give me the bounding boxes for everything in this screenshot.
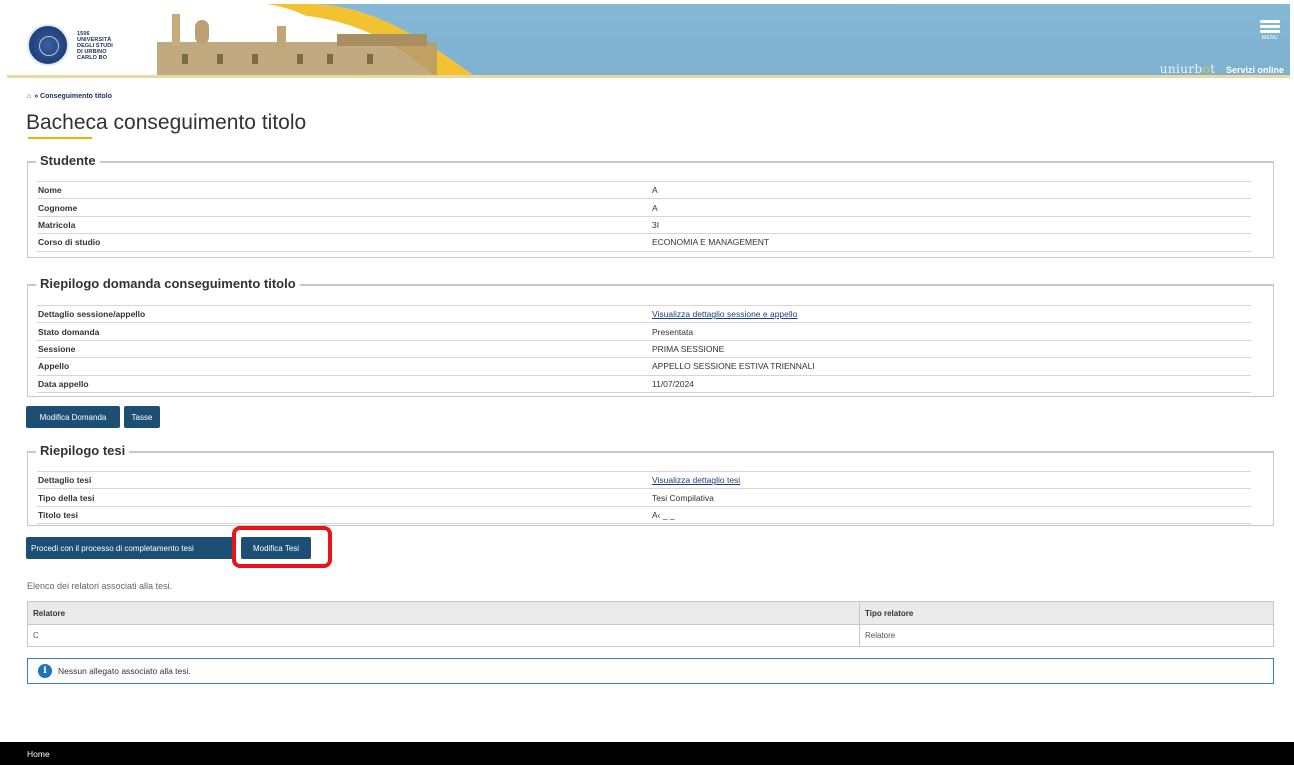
relatori-table: Relatore Tipo relatore C Relatore: [27, 601, 1274, 647]
info-message-text: Nessun allegato associato alla tesi.: [58, 666, 191, 676]
info-message-box: i Nessun allegato associato alla tesi.: [27, 658, 1274, 684]
university-logo-text: 1506 UNIVERSITÀ DEGLI STUDI DI URBINO CA…: [77, 31, 113, 61]
field-label: Dettaglio sessione/appello: [37, 304, 651, 323]
uniurbot-logo: uniurbot: [1159, 62, 1216, 76]
section-legend: Riepilogo domanda conseguimento titolo: [28, 276, 300, 291]
field-label: Corso di studio: [37, 233, 651, 252]
field-value: 3I: [651, 215, 1251, 234]
field-value: ECONOMIA E MANAGEMENT: [651, 233, 1251, 252]
table-row: Dettaglio sessione/appello Visualizza det…: [37, 304, 1251, 323]
table-row: Cognome A: [37, 198, 1251, 217]
table-row: Tipo della tesi Tesi Compilativa: [37, 488, 1251, 507]
field-value: APPELLO SESSIONE ESTIVA TRIENNALI: [651, 357, 1251, 376]
table-row: C Relatore: [27, 624, 1274, 647]
table-row: Matricola 3I: [37, 215, 1251, 234]
footer: Home: [0, 742, 1294, 765]
field-value: A‹ _ _: [651, 505, 1251, 525]
breadcrumb: ⌂ » Conseguimento titolo: [27, 93, 112, 100]
title-underline: [28, 137, 92, 139]
table-row: Data appello 11/07/2024: [37, 374, 1251, 393]
relatore-type: Relatore: [859, 624, 1274, 647]
field-label: Matricola: [37, 215, 651, 234]
tasse-button[interactable]: Tasse: [124, 406, 160, 428]
footer-home-link[interactable]: Home: [27, 749, 50, 759]
table-row: Appello APPELLO SESSIONE ESTIVA TRIENNALI: [37, 357, 1251, 376]
breadcrumb-separator: »: [34, 93, 39, 100]
field-label: Sessione: [37, 339, 651, 358]
table-row: Sessione PRIMA SESSIONE: [37, 339, 1251, 358]
brand-area: uniurbot Servizi online: [1160, 62, 1284, 76]
logo-line: CARLO BO: [77, 55, 108, 61]
field-value: A: [651, 180, 1251, 199]
field-value: A: [651, 198, 1251, 217]
riepilogo-tesi-table: Dettaglio tesi Visualizza dettaglio tesi …: [37, 470, 1251, 525]
field-value: 11/07/2024: [651, 374, 1251, 393]
table-row: Titolo tesi A‹ _ _: [37, 505, 1251, 525]
hamburger-icon: [1258, 20, 1282, 33]
riepilogo-domanda-table: Dettaglio sessione/appello Visualizza det…: [37, 304, 1251, 393]
servizi-online-link[interactable]: Servizi online: [1226, 65, 1284, 75]
column-header[interactable]: Relatore: [27, 601, 860, 625]
university-seal-logo[interactable]: [27, 24, 69, 66]
riepilogo-domanda-section: Riepilogo domanda conseguimento titolo D…: [27, 276, 1274, 397]
field-label: Tipo della tesi: [37, 488, 651, 507]
field-label: Dettaglio tesi: [37, 470, 651, 489]
menu-label: MENU: [1262, 35, 1278, 41]
field-label: Nome: [37, 180, 651, 199]
field-value: Tesi Compilativa: [651, 488, 1251, 507]
field-value: PRIMA SESSIONE: [651, 339, 1251, 358]
column-header[interactable]: Tipo relatore: [859, 601, 1274, 625]
modifica-tesi-button[interactable]: Modifica Tesi: [241, 537, 311, 559]
section-legend: Studente: [28, 153, 100, 168]
field-label: Appello: [37, 357, 651, 376]
menu-button[interactable]: MENU: [1258, 18, 1282, 41]
field-label: Stato domanda: [37, 322, 651, 341]
site-header: 1506 UNIVERSITÀ DEGLI STUDI DI URBINO CA…: [7, 4, 1290, 78]
dettaglio-tesi-link[interactable]: Visualizza dettaglio tesi: [652, 475, 740, 485]
header-divider: [7, 75, 1290, 78]
relatore-name: C: [27, 624, 860, 647]
section-legend: Riepilogo tesi: [27, 443, 130, 458]
table-header-row: Relatore Tipo relatore: [27, 601, 1274, 625]
riepilogo-tesi-section: Riepilogo tesi Dettaglio tesi Visualizza …: [27, 443, 1274, 526]
page-title: Bacheca conseguimento titolo: [26, 111, 307, 134]
field-label: Titolo tesi: [37, 505, 651, 525]
procedi-completamento-tesi-button[interactable]: Procedi con il processo di completamento…: [26, 537, 236, 559]
table-row: Dettaglio tesi Visualizza dettaglio tesi: [37, 470, 1251, 489]
breadcrumb-current: Conseguimento titolo: [40, 93, 112, 100]
studente-section: Studente Nome A Cognome A Matricola 3I Cors…: [27, 153, 1274, 258]
dettaglio-sessione-link[interactable]: Visualizza dettaglio sessione e appello: [652, 309, 797, 319]
home-icon[interactable]: ⌂: [27, 93, 31, 100]
table-row: Corso di studio ECONOMIA E MANAGEMENT: [37, 233, 1251, 252]
table-row: Nome A: [37, 180, 1251, 199]
field-label: Data appello: [37, 374, 651, 393]
field-value: Presentata: [651, 322, 1251, 341]
field-label: Cognome: [37, 198, 651, 217]
table-row: Stato domanda Presentata: [37, 322, 1251, 341]
studente-table: Nome A Cognome A Matricola 3I Corso di stud…: [37, 180, 1251, 252]
modifica-domanda-button[interactable]: Modifica Domanda: [26, 406, 120, 428]
info-icon: i: [38, 664, 52, 678]
relatori-intro: Elenco dei relatori associati alla tesi.: [27, 581, 173, 591]
